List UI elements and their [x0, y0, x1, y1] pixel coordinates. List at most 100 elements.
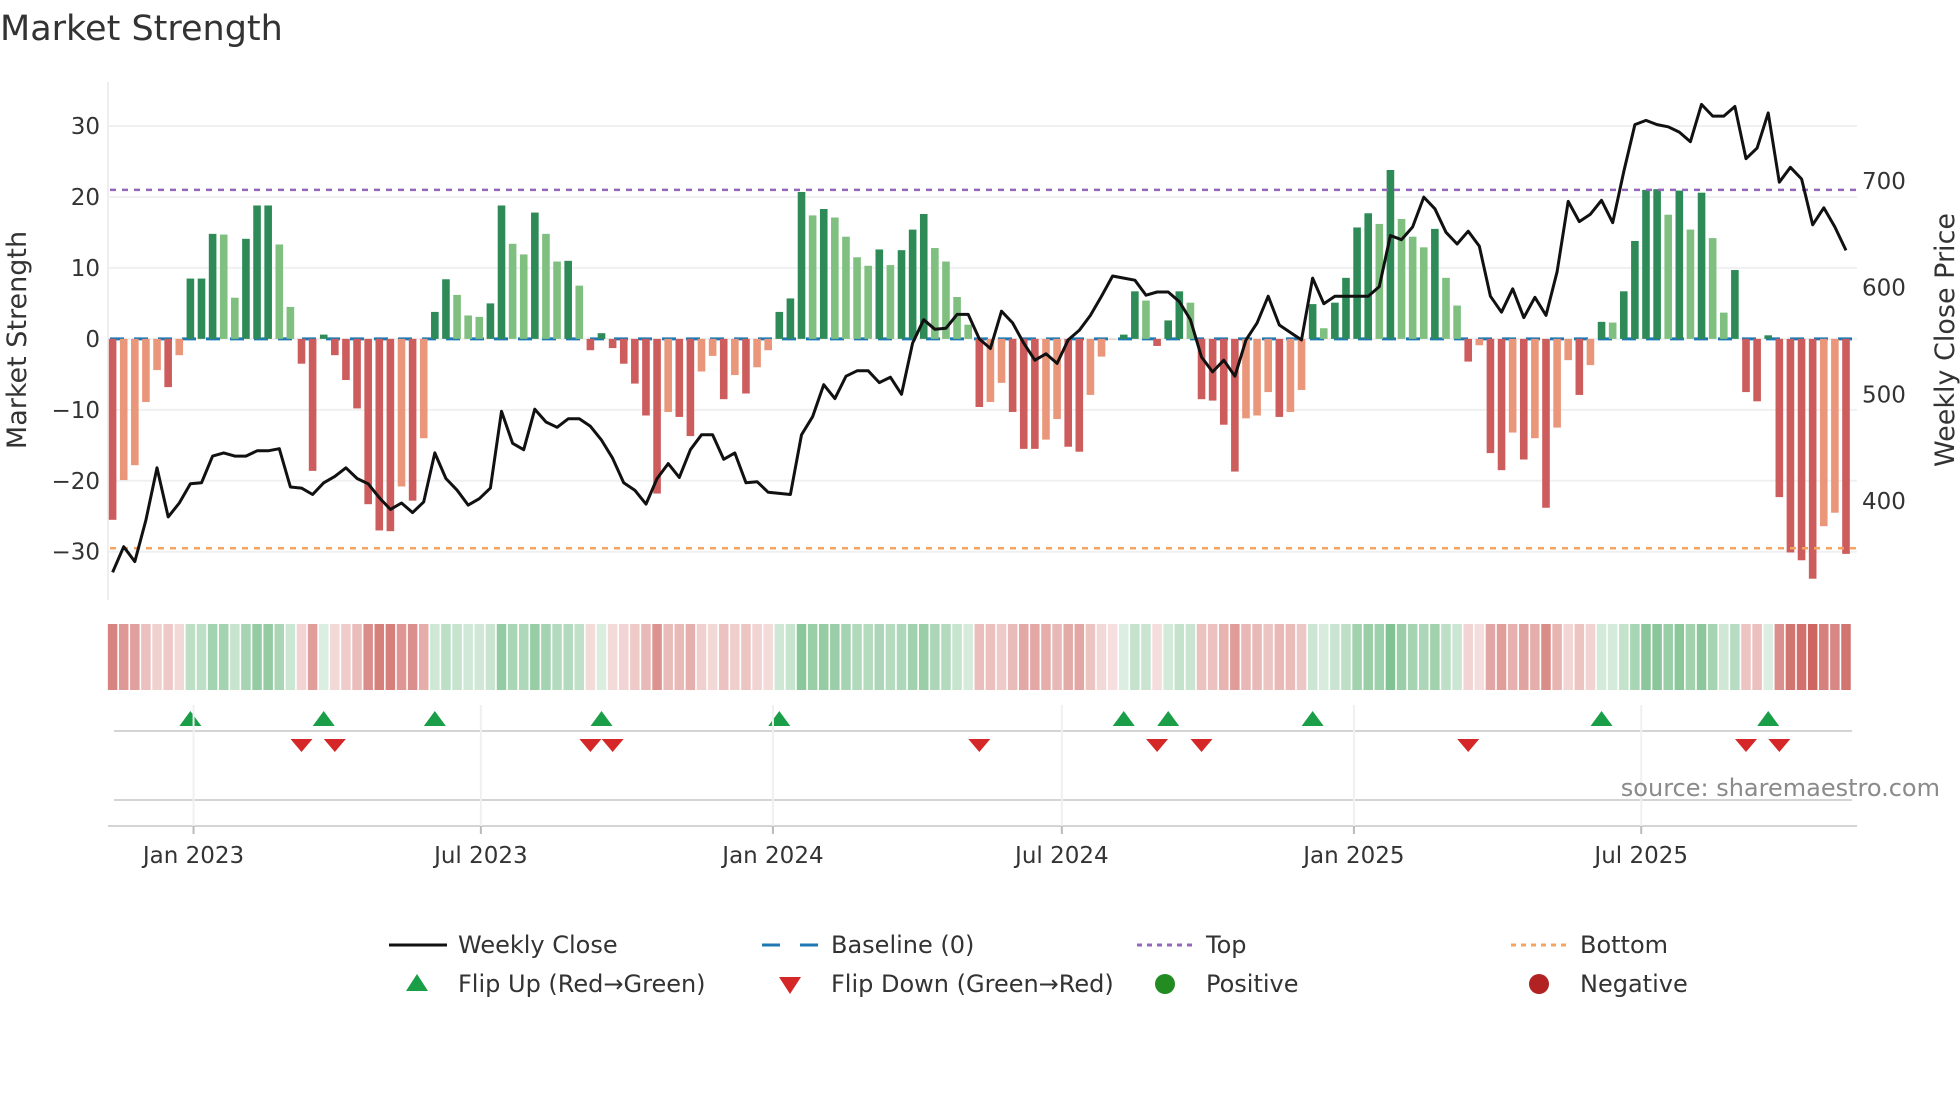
strength-bar [1486, 338, 1495, 454]
strength-bar [1708, 238, 1717, 339]
heat-cell [1496, 624, 1507, 690]
heat-cell [463, 624, 473, 690]
strength-bar [186, 278, 195, 339]
heat-cell [818, 624, 829, 690]
heat-cell [1741, 624, 1751, 690]
strength-bar [875, 249, 884, 339]
strength-bar [1064, 338, 1072, 447]
heat-cell [363, 624, 373, 690]
heat-cell [730, 624, 740, 690]
heat-cell [1252, 624, 1262, 690]
heat-cell [396, 624, 407, 690]
heat-cell [841, 624, 851, 690]
heat-cell [1730, 624, 1740, 690]
flip-down-icon [779, 977, 801, 994]
strength-bar [1131, 291, 1139, 339]
heat-cell [1052, 624, 1062, 690]
flip-up-marker [590, 711, 613, 726]
strength-bar [1164, 320, 1172, 339]
legend-dot-positive [1155, 974, 1175, 994]
strength-bar [808, 215, 817, 339]
strength-bar [586, 338, 595, 351]
strength-bar [1775, 338, 1784, 498]
strength-bar [1497, 338, 1506, 471]
heat-cell [1619, 624, 1629, 690]
strength-bar [842, 236, 850, 339]
heat-cell [1363, 624, 1373, 690]
strength-bar [1786, 338, 1795, 553]
flip-down-marker [1734, 739, 1757, 752]
heat-cell [296, 624, 307, 690]
strength-bar [697, 338, 706, 372]
strength-bar [508, 243, 517, 339]
strength-bar [742, 338, 750, 394]
strength-bar [142, 338, 150, 403]
strength-bar [1353, 227, 1361, 339]
heat-cell [741, 624, 751, 690]
heat-cell [707, 624, 718, 690]
source-note: source: sharemaestro.com [1621, 774, 1940, 802]
flip-down-marker [1190, 739, 1213, 752]
x-tick-label: Jan 2024 [720, 843, 823, 869]
heat-cell [1807, 624, 1818, 690]
y-tick-label: −30 [51, 540, 100, 566]
heat-cell [1241, 624, 1251, 690]
legend-label: Negative [1580, 970, 1688, 998]
heat-cell [230, 624, 240, 690]
y-tick-label: 0 [85, 327, 100, 353]
heat-cell [1285, 624, 1296, 690]
strength-bar [1631, 240, 1639, 339]
strength-bar [1797, 338, 1806, 561]
strength-bar [1008, 338, 1017, 412]
heat-cell [774, 624, 785, 690]
heat-cell [1130, 624, 1140, 690]
strength-bar [1286, 338, 1295, 412]
heat-cell [430, 624, 440, 690]
strength-bar [1742, 338, 1750, 393]
strength-bar [1731, 270, 1739, 339]
legend-label: Flip Up (Red→Green) [458, 970, 706, 998]
strength-bar [1553, 338, 1561, 428]
strength-bar [442, 279, 450, 339]
heat-cell [563, 624, 573, 690]
heat-cell [1596, 624, 1607, 690]
strength-bar [1153, 338, 1161, 346]
heat-cell [896, 624, 907, 690]
heat-cell [1796, 624, 1807, 690]
heat-cell [1074, 624, 1085, 690]
heat-cell [1196, 624, 1207, 690]
heat-cell [1207, 624, 1218, 690]
heat-cell [474, 624, 485, 690]
heat-cell [1607, 624, 1618, 690]
heat-cell [330, 624, 340, 690]
heat-cell [441, 624, 451, 690]
heat-cell [274, 624, 285, 690]
strength-bar [319, 334, 328, 339]
legend-label: Baseline (0) [831, 931, 974, 959]
heat-cell [1819, 624, 1829, 690]
strength-bar [1108, 338, 1117, 340]
heat-cell [1230, 624, 1240, 690]
strength-bar [997, 338, 1006, 383]
heat-cell [1152, 624, 1162, 690]
strength-bar [831, 217, 839, 339]
strength-bar [686, 338, 695, 437]
strength-bar [631, 338, 639, 384]
strength-bar [619, 338, 628, 364]
strength-bar [1519, 338, 1528, 460]
x-tick-label: Jan 2025 [1301, 843, 1404, 869]
strength-bar [531, 212, 539, 339]
strength-bar [542, 233, 550, 339]
heat-cell [1352, 624, 1362, 690]
heat-cell [1441, 624, 1451, 690]
flip-up-marker [1157, 711, 1180, 726]
strength-bar [1264, 338, 1272, 393]
heat-cell [352, 624, 362, 690]
strength-bar [1331, 302, 1339, 339]
legend-label: Flip Down (Green→Red) [831, 970, 1114, 998]
strength-bar [653, 338, 661, 494]
heat-cell [152, 624, 162, 690]
heat-cell [1530, 624, 1540, 690]
heat-cell [374, 624, 385, 690]
heat-cell [1452, 624, 1462, 690]
